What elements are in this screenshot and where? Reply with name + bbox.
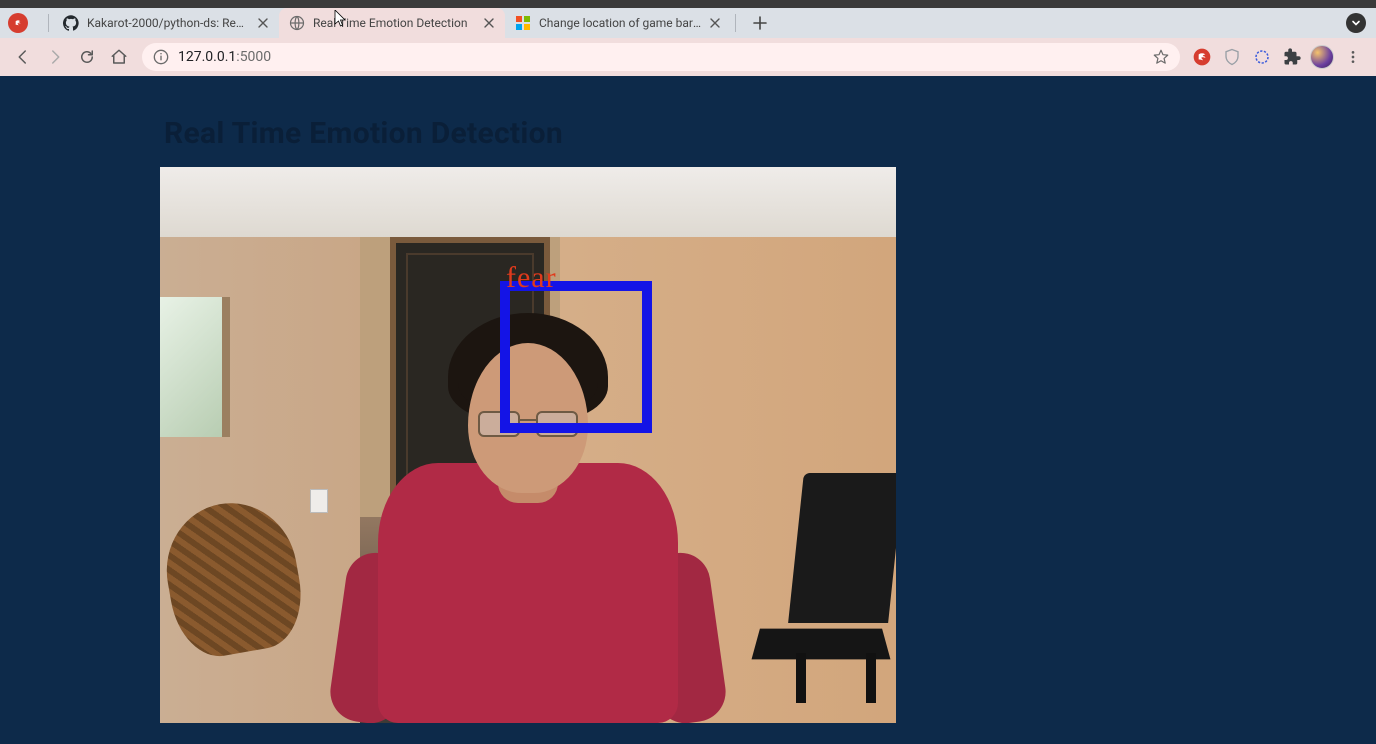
globe-icon: [289, 15, 305, 31]
close-icon[interactable]: [707, 15, 723, 31]
avatar-icon: [1310, 45, 1334, 69]
github-icon: [63, 15, 79, 31]
tab-overflow-button[interactable]: [1346, 13, 1366, 33]
page-title: Real Time Emotion Detection: [164, 116, 1216, 151]
scene-window: [160, 297, 230, 437]
extension-duck-icon[interactable]: [1188, 43, 1216, 71]
browser-brand-icon: [8, 13, 28, 33]
back-button[interactable]: [8, 42, 38, 72]
home-button[interactable]: [104, 42, 134, 72]
browser-toolbar: 127.0.0.1:5000: [0, 38, 1376, 76]
microsoft-icon: [515, 15, 531, 31]
close-icon[interactable]: [481, 15, 497, 31]
close-icon[interactable]: [255, 15, 271, 31]
page-content: Real Time Emotion Detection: [160, 76, 1216, 723]
extensions-button[interactable]: [1278, 43, 1306, 71]
profile-avatar[interactable]: [1308, 43, 1336, 71]
reload-button[interactable]: [72, 42, 102, 72]
extension-shield-icon[interactable]: [1218, 43, 1246, 71]
tab-title: Change location of game bar cap…: [539, 16, 701, 30]
emotion-label: fear: [506, 261, 557, 295]
forward-button[interactable]: [40, 42, 70, 72]
face-bounding-box: [500, 281, 652, 433]
page-viewport[interactable]: Real Time Emotion Detection: [0, 76, 1376, 744]
tab-title: Real Time Emotion Detection: [313, 16, 475, 30]
extension-circle-icon[interactable]: [1248, 43, 1276, 71]
kebab-menu-button[interactable]: [1338, 42, 1368, 72]
url-host: 127.0.0.1: [178, 49, 236, 65]
tab-separator: [735, 14, 736, 32]
tab-emotion-detection[interactable]: Real Time Emotion Detection: [279, 8, 505, 38]
site-info-icon[interactable]: [152, 48, 170, 66]
tab-gamebar[interactable]: Change location of game bar cap…: [505, 8, 731, 38]
scene-ceiling: [160, 167, 896, 237]
address-bar[interactable]: 127.0.0.1:5000: [142, 43, 1180, 71]
tab-separator: [48, 14, 49, 32]
video-stream: fear: [160, 167, 896, 723]
tab-strip: Kakarot-2000/python-ds: Repos… Real Time…: [0, 8, 1376, 38]
new-tab-button[interactable]: [746, 9, 774, 37]
tab-github[interactable]: Kakarot-2000/python-ds: Repos…: [53, 8, 279, 38]
url-path: :5000: [236, 49, 271, 65]
scene-chair-right: [756, 473, 896, 703]
tab-title: Kakarot-2000/python-ds: Repos…: [87, 16, 249, 30]
window-titlebar: [0, 0, 1376, 8]
scene-outlet: [310, 489, 328, 513]
bookmark-star-icon[interactable]: [1152, 48, 1170, 66]
url-text: 127.0.0.1:5000: [178, 49, 271, 65]
